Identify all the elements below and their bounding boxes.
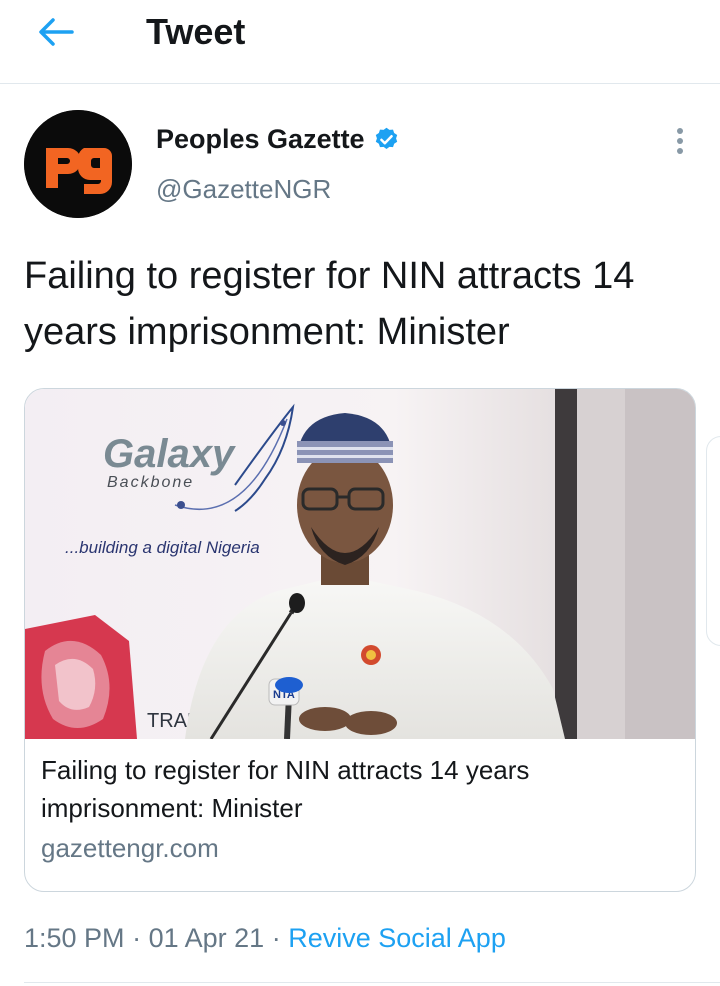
- author-name[interactable]: Peoples Gazette: [156, 122, 400, 156]
- meta-separator: ·: [271, 923, 281, 953]
- card-title: Failing to register for NIN attracts 14 …: [41, 755, 530, 823]
- tweet-time: 1:50 PM: [24, 923, 125, 953]
- arrow-left-icon: [39, 18, 74, 46]
- divider: [24, 982, 720, 983]
- top-app-bar: Tweet: [0, 0, 720, 84]
- link-card[interactable]: Galaxy Backbone ...building a digital Ni…: [24, 388, 696, 892]
- banner-sub-text: Backbone: [107, 474, 194, 491]
- tweet-date: 01 Apr 21: [148, 923, 265, 953]
- meta-separator: ·: [132, 923, 142, 953]
- tweet-text: Failing to register for NIN attracts 14 …: [24, 255, 635, 353]
- peoples-gazette-logo: [24, 110, 132, 218]
- tweet-source-link[interactable]: Revive Social App: [288, 923, 506, 953]
- tweet-metadata: 1:50 PM · 01 Apr 21 · Revive Social App: [24, 918, 506, 958]
- card-image: Galaxy Backbone ...building a digital Ni…: [25, 389, 695, 739]
- side-panel-edge: [706, 436, 720, 646]
- page-title: Tweet: [146, 11, 246, 52]
- banner-tagline-text: ...building a digital Nigeria: [65, 538, 260, 557]
- back-button[interactable]: [34, 12, 78, 52]
- card-domain: gazettengr.com: [41, 833, 219, 863]
- card-body: Failing to register for NIN attracts 14 …: [25, 739, 695, 867]
- author-name-label: Peoples Gazette: [156, 124, 365, 154]
- verified-badge-icon: [375, 127, 397, 149]
- author-handle[interactable]: @GazetteNGR: [156, 172, 331, 206]
- more-vertical-icon: [677, 128, 683, 154]
- more-options-button[interactable]: [666, 124, 694, 158]
- avatar[interactable]: [24, 110, 132, 218]
- card-photo: Galaxy Backbone ...building a digital Ni…: [25, 389, 695, 739]
- banner-brand-text: Galaxy: [103, 432, 236, 476]
